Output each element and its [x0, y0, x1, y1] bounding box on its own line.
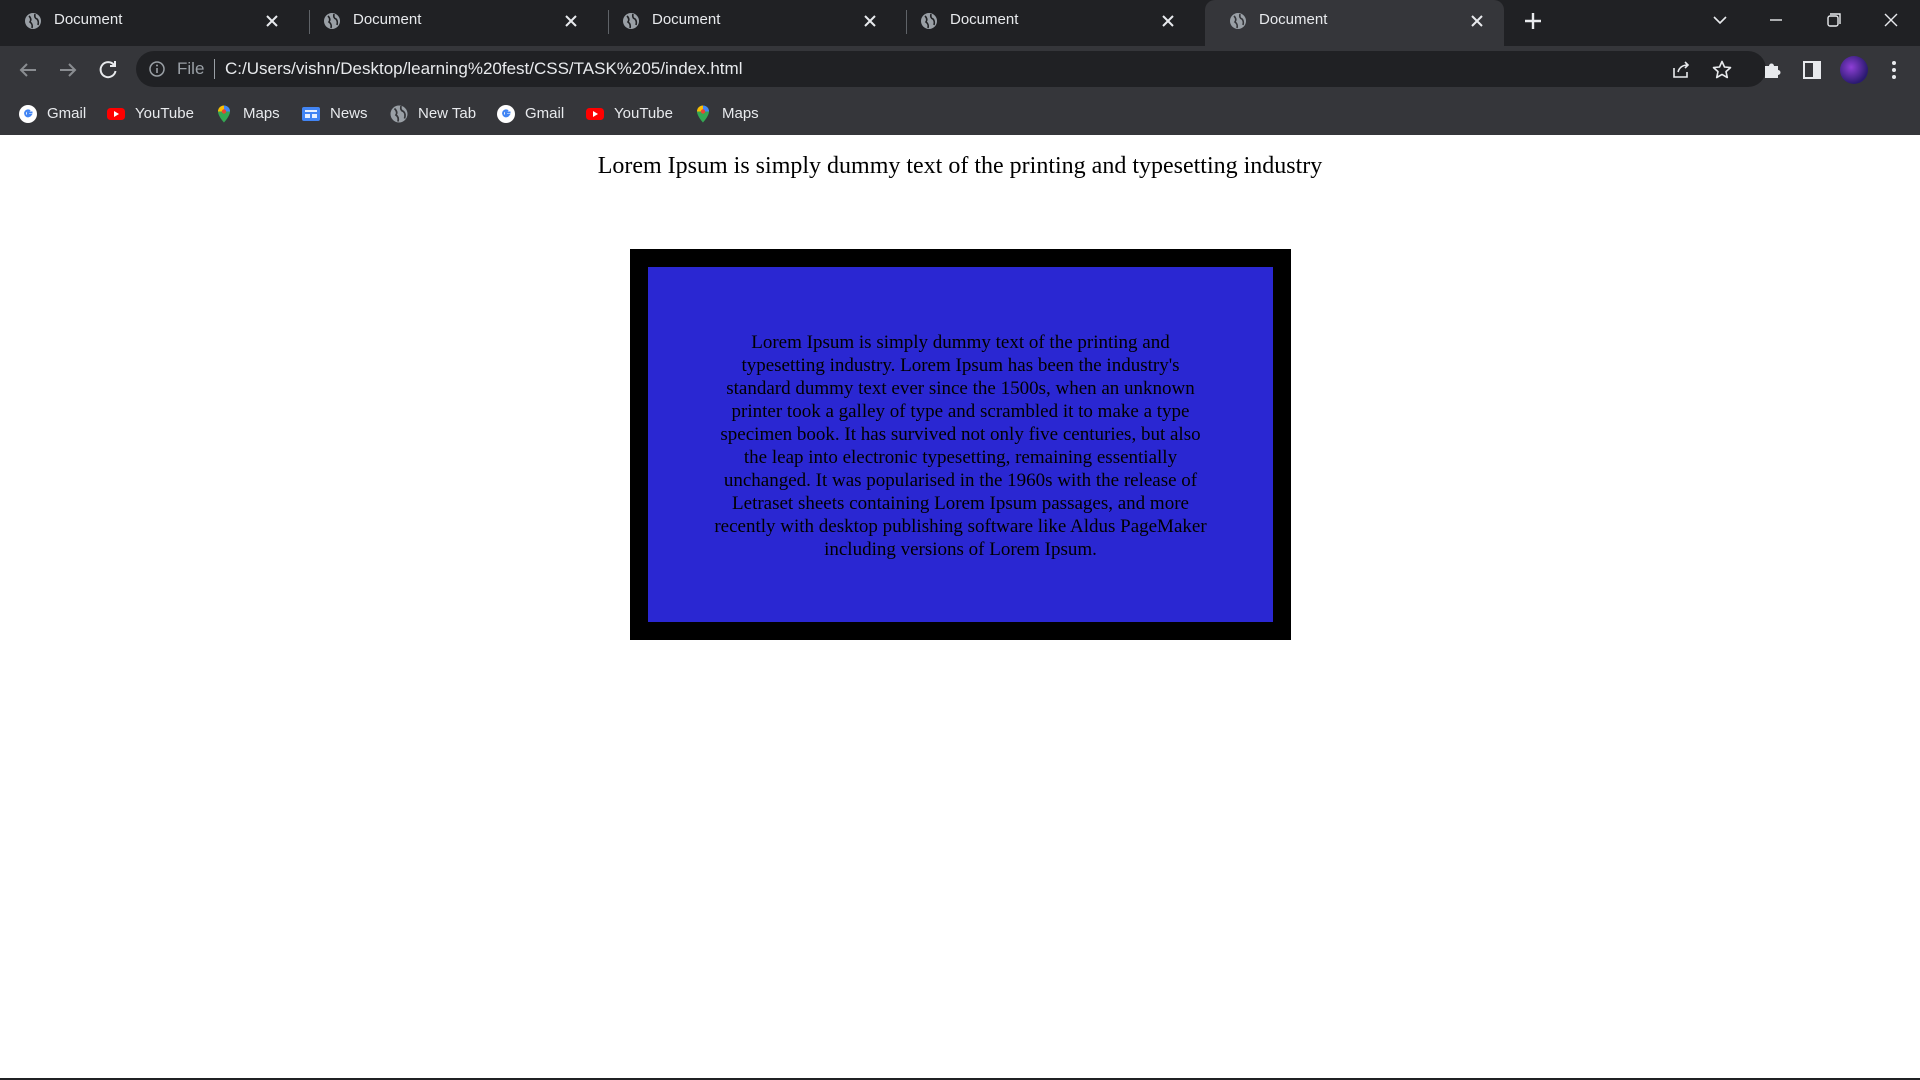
globe-icon: [1230, 13, 1246, 29]
forward-arrow-icon[interactable]: [54, 56, 82, 84]
google-icon: [497, 105, 515, 123]
maps-icon: [218, 105, 230, 123]
address-bar[interactable]: File C:/Users/vishn/Desktop/learning%20f…: [136, 51, 1766, 87]
share-icon[interactable]: [1670, 59, 1692, 81]
reload-icon[interactable]: [94, 56, 122, 84]
bookmark-label: New Tab: [418, 105, 477, 122]
bordered-box: Lorem Ipsum is simply dummy text of the …: [630, 249, 1291, 640]
tab-title: Document: [353, 11, 422, 28]
tab-3[interactable]: Document: [598, 0, 897, 42]
tab-title: Document: [1259, 11, 1328, 28]
globe-icon: [25, 13, 41, 29]
restore-icon[interactable]: [1819, 8, 1847, 32]
bookmark-label: Gmail: [47, 105, 87, 122]
globe-icon: [623, 13, 639, 29]
extensions-puzzle-icon[interactable]: [1760, 58, 1784, 82]
browser-toolbar: File C:/Users/vishn/Desktop/learning%20f…: [0, 46, 1920, 93]
maps-icon: [697, 105, 709, 123]
url-text[interactable]: C:/Users/vishn/Desktop/learning%20fest/C…: [225, 59, 742, 79]
side-panel-icon[interactable]: [1800, 58, 1824, 82]
youtube-icon: [586, 108, 604, 120]
news-icon: [302, 107, 320, 121]
globe-icon: [324, 13, 340, 29]
back-arrow-icon[interactable]: [14, 56, 42, 84]
tab-title: Document: [54, 11, 123, 28]
bookmark-label: Maps: [243, 105, 280, 122]
tab-search-chevron-down-icon[interactable]: [1706, 8, 1734, 32]
blue-panel: Lorem Ipsum is simply dummy text of the …: [648, 267, 1273, 622]
tab-4[interactable]: Document: [896, 0, 1195, 42]
bookmark-label: YouTube: [614, 105, 673, 122]
window-close-icon[interactable]: [1877, 8, 1905, 32]
bookmark-label: News: [330, 105, 368, 122]
bookmark-label: Maps: [722, 105, 759, 122]
bookmark-label: YouTube: [135, 105, 194, 122]
tab-strip: Document Document Document Document Docu…: [0, 0, 1920, 46]
tab-title: Document: [652, 11, 721, 28]
tab-1[interactable]: Document: [0, 0, 299, 42]
tab-title: Document: [950, 11, 1019, 28]
new-tab-plus-icon[interactable]: [1520, 8, 1546, 34]
page-content: Lorem Ipsum is simply dummy text of the …: [0, 135, 1920, 1080]
bookmark-star-icon[interactable]: [1711, 59, 1733, 81]
page-heading: Lorem Ipsum is simply dummy text of the …: [597, 153, 1323, 179]
close-icon[interactable]: [562, 12, 580, 30]
address-divider: [214, 59, 215, 79]
close-icon[interactable]: [861, 12, 879, 30]
close-icon[interactable]: [1159, 12, 1177, 30]
close-icon[interactable]: [1468, 12, 1486, 30]
info-icon[interactable]: [148, 60, 166, 78]
minimize-icon[interactable]: [1762, 8, 1790, 32]
tab-2[interactable]: Document: [299, 0, 598, 42]
scheme-label: File: [177, 59, 205, 78]
close-icon[interactable]: [263, 12, 281, 30]
globe-icon: [390, 105, 408, 123]
profile-avatar[interactable]: [1840, 56, 1868, 84]
bookmark-label: Gmail: [525, 105, 565, 122]
tab-5-active[interactable]: Document: [1205, 0, 1504, 46]
lorem-paragraph: Lorem Ipsum is simply dummy text of the …: [714, 332, 1207, 560]
globe-icon: [921, 13, 937, 29]
google-icon: [19, 105, 37, 123]
bookmarks-bar: Gmail YouTube Maps News New Tab Gmail Yo…: [0, 93, 1920, 135]
more-menu-icon[interactable]: [1882, 58, 1906, 82]
youtube-icon: [107, 108, 125, 120]
